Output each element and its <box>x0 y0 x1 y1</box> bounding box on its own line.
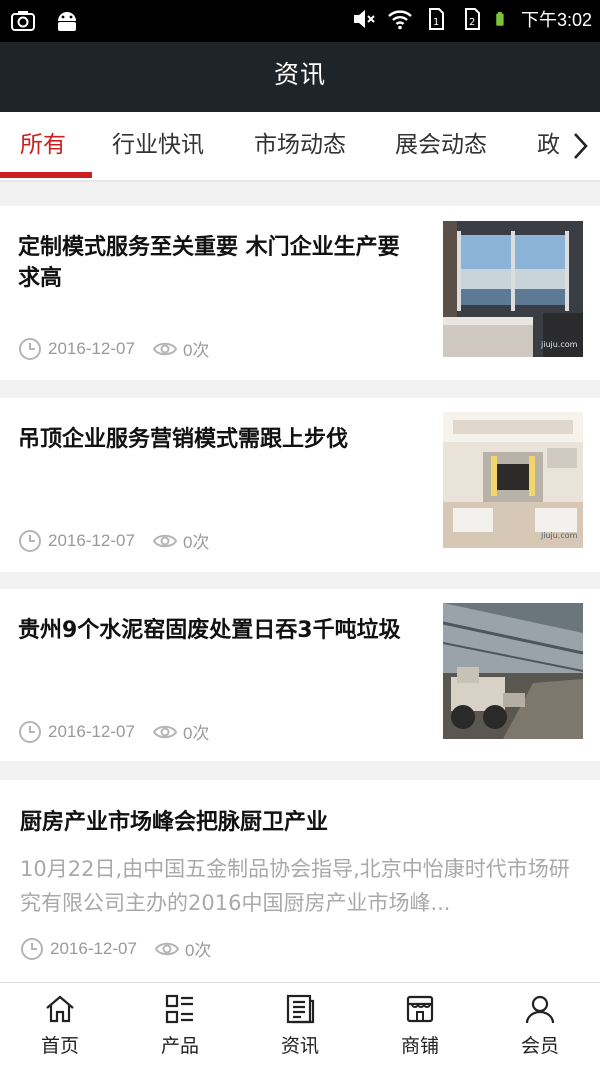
article-views: 0次 <box>184 941 212 960</box>
nav-shop[interactable]: 商铺 <box>360 983 480 1067</box>
living-room-ceiling-image: jiuju.com <box>443 412 583 548</box>
bottom-navigation: 首页 产品 资讯 商铺 会员 <box>0 982 600 1067</box>
eye-icon <box>152 534 177 547</box>
article-date: 2016-12-07 <box>48 721 135 741</box>
tab-exhibition-news[interactable]: 展会动态 <box>395 112 487 180</box>
screenshot-icon <box>11 11 35 31</box>
eye-icon <box>154 942 179 955</box>
article-meta: 2016-12-07 0次 <box>18 528 209 553</box>
article-title[interactable]: 贵州9个水泥窑固废处置日吞3千吨垃圾 <box>18 615 418 646</box>
svg-text:jiuju.com: jiuju.com <box>540 340 578 349</box>
chevron-right-icon <box>574 133 588 159</box>
loader-warehouse-image <box>443 603 583 739</box>
status-time: 下午3:02 <box>520 10 592 30</box>
android-icon <box>58 12 76 31</box>
article-meta: 2016-12-07 0次 <box>18 336 209 361</box>
nav-home[interactable]: 首页 <box>0 983 120 1067</box>
article-card[interactable]: 厨房产业市场峰会把脉厨卫产业 10月22日,由中国五金制品协会指导,北京中怡康时… <box>0 780 600 982</box>
article-thumbnail[interactable]: jiuju.com <box>443 221 583 357</box>
article-date: 2016-12-07 <box>48 530 135 550</box>
article-title[interactable]: 厨房产业市场峰会把脉厨卫产业 <box>20 804 580 836</box>
svg-text:1: 1 <box>433 17 439 28</box>
nav-member[interactable]: 会员 <box>480 983 600 1067</box>
article-views: 0次 <box>182 341 210 360</box>
nav-label: 商铺 <box>400 1035 439 1057</box>
article-views: 0次 <box>182 724 210 743</box>
article-date: 2016-12-07 <box>48 338 135 358</box>
product-grid-icon <box>165 994 193 1024</box>
nav-news[interactable]: 资讯 <box>240 983 360 1067</box>
article-thumbnail[interactable] <box>443 603 583 739</box>
clock-icon <box>19 529 41 552</box>
eye-icon <box>152 725 177 738</box>
active-tab-indicator <box>0 172 92 178</box>
article-card[interactable]: 定制模式服务至关重要 木门企业生产要求高 jiuju.com 2016-12-0… <box>0 206 600 380</box>
home-icon <box>46 995 74 1023</box>
article-date: 2016-12-07 <box>50 938 137 958</box>
article-title[interactable]: 定制模式服务至关重要 木门企业生产要求高 <box>18 232 418 294</box>
nav-label: 产品 <box>160 1035 199 1057</box>
article-thumbnail[interactable]: jiuju.com <box>443 412 583 548</box>
news-icon <box>286 994 315 1024</box>
article-card[interactable]: 吊顶企业服务营销模式需跟上步伐 jiuju.com 2016-12-07 0次 <box>0 398 600 572</box>
svg-text:2: 2 <box>469 17 475 28</box>
article-card[interactable]: 贵州9个水泥窑固废处置日吞3千吨垃圾 2016-12-07 0次 <box>0 589 600 761</box>
shop-icon <box>406 995 434 1023</box>
svg-text:jiuju.com: jiuju.com <box>540 531 578 540</box>
sim1-icon: 1 <box>428 8 444 30</box>
eye-icon <box>152 342 177 355</box>
article-meta: 2016-12-07 0次 <box>20 936 211 961</box>
battery-icon <box>496 11 504 26</box>
member-icon <box>525 995 555 1024</box>
nav-label: 首页 <box>40 1035 79 1057</box>
nav-label: 会员 <box>520 1035 559 1057</box>
tab-industry-news[interactable]: 行业快讯 <box>112 112 204 180</box>
bedroom-ocean-view-image: jiuju.com <box>443 221 583 357</box>
article-title[interactable]: 吊顶企业服务营销模式需跟上步伐 <box>18 424 418 455</box>
tabs-scroll-right-button[interactable] <box>560 112 600 180</box>
tab-market-trends[interactable]: 市场动态 <box>254 112 346 180</box>
article-meta: 2016-12-07 0次 <box>18 719 209 744</box>
wifi-icon <box>388 10 412 30</box>
mute-icon <box>353 10 375 28</box>
tab-all[interactable]: 所有 <box>20 112 66 180</box>
nav-products[interactable]: 产品 <box>120 983 240 1067</box>
clock-icon <box>21 937 43 960</box>
article-views: 0次 <box>182 533 210 552</box>
sim2-icon: 2 <box>464 8 480 30</box>
app-header: 资讯 <box>0 42 600 112</box>
tab-policy[interactable]: 政 <box>537 112 560 180</box>
clock-icon <box>19 337 41 360</box>
clock-icon <box>19 720 41 743</box>
page-title: 资讯 <box>273 60 326 89</box>
status-bar: 1 2 下午3:02 <box>0 0 600 42</box>
nav-label: 资讯 <box>280 1035 319 1057</box>
article-summary: 10月22日,由中国五金制品协会指导,北京中怡康时代市场研究有限公司主办的201… <box>20 857 570 915</box>
